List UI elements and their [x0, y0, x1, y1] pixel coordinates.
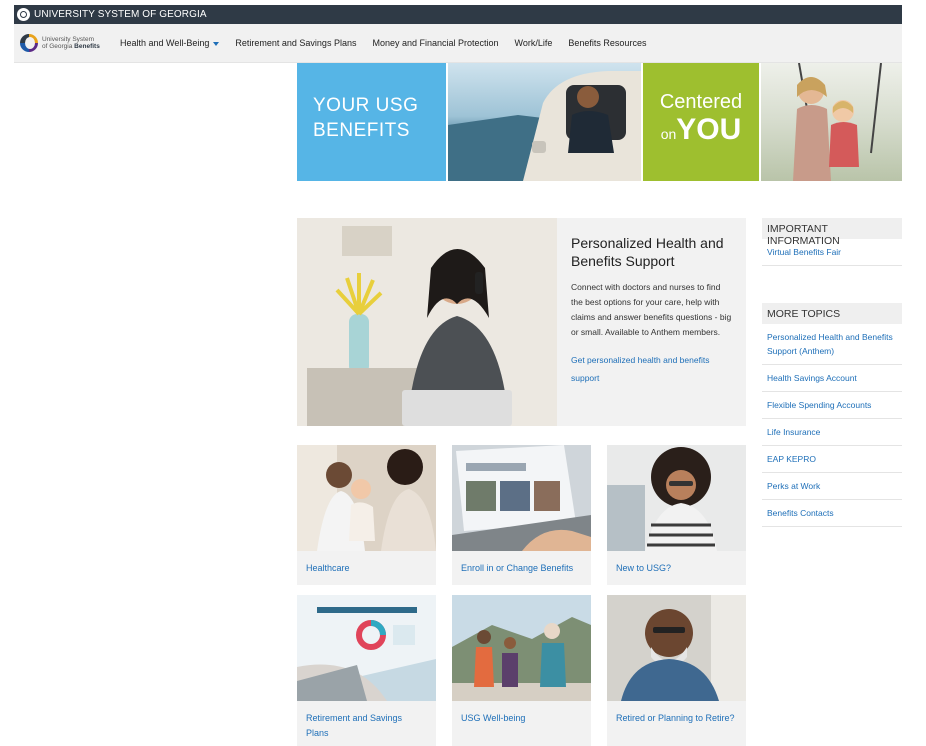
card-image: [607, 595, 746, 701]
usg-benefits-logo[interactable]: University System of Georgia Benefits: [20, 34, 120, 52]
card-new-to-usg[interactable]: New to USG?: [607, 445, 746, 585]
card-healthcare[interactable]: Healthcare: [297, 445, 436, 585]
sidebar-link-life-insurance[interactable]: Life Insurance: [762, 419, 902, 446]
hero-photo-swing: [761, 63, 902, 181]
feature-title: Personalized Health and Benefits Support: [571, 235, 724, 269]
card-label[interactable]: Retired or Planning to Retire?: [607, 701, 746, 726]
sidebar-link-flexible-spending[interactable]: Flexible Spending Accounts: [762, 392, 902, 419]
card-label[interactable]: Healthcare: [297, 551, 436, 576]
card-retirement-savings[interactable]: Retirement and Savings Plans: [297, 595, 436, 746]
hero-your-usg-benefits: YOUR USG BENEFITS: [297, 63, 446, 181]
card-label[interactable]: Retirement and Savings Plans: [297, 701, 436, 741]
card-image: [297, 445, 436, 551]
feature-card: Personalized Health and Benefits Support…: [557, 218, 746, 426]
card-label[interactable]: Enroll in or Change Benefits: [452, 551, 591, 576]
card-retired-planning[interactable]: Retired or Planning to Retire?: [607, 595, 746, 746]
card-image: [452, 445, 591, 551]
usg-seal-icon: [17, 8, 30, 21]
more-topics-heading: MORE TOPICS: [762, 303, 902, 324]
logo-text: University System of Georgia Benefits: [42, 36, 100, 50]
card-usg-wellbeing[interactable]: USG Well-being: [452, 595, 591, 746]
nav-health-wellbeing[interactable]: Health and Well-Being: [120, 38, 220, 48]
sidebar-link-health-savings-account[interactable]: Health Savings Account: [762, 365, 902, 392]
card-label[interactable]: New to USG?: [607, 551, 746, 576]
card-enroll-change[interactable]: Enroll in or Change Benefits: [452, 445, 591, 585]
logo-mark-icon: [20, 34, 38, 52]
sidebar-link-personalized-health[interactable]: Personalized Health and Benefits Support…: [762, 324, 902, 365]
feature-description: Connect with doctors and nurses to find …: [571, 282, 732, 337]
feature-link[interactable]: Get personalized health and benefits sup…: [571, 355, 709, 383]
sidebar: IMPORTANT INFORMATION Virtual Benefits F…: [762, 218, 902, 527]
card-image: [607, 445, 746, 551]
nav-retirement-savings[interactable]: Retirement and Savings Plans: [235, 38, 356, 48]
site-title[interactable]: UNIVERSITY SYSTEM OF GEORGIA: [34, 9, 207, 20]
important-information-heading: IMPORTANT INFORMATION: [762, 218, 902, 247]
sidebar-link-eap-kepro[interactable]: EAP KEPRO: [762, 446, 902, 473]
hero-centered-on-you: Centered onYOU: [643, 63, 759, 181]
nav-benefits-resources[interactable]: Benefits Resources: [568, 38, 646, 48]
main-navigation: University System of Georgia Benefits He…: [14, 24, 902, 63]
top-bar: UNIVERSITY SYSTEM OF GEORGIA: [14, 5, 902, 24]
chevron-down-icon: [213, 41, 220, 46]
hero-photo-car: [448, 63, 641, 181]
nav-work-life[interactable]: Work/Life: [515, 38, 553, 48]
sidebar-link-benefits-contacts[interactable]: Benefits Contacts: [762, 500, 902, 527]
card-label[interactable]: USG Well-being: [452, 701, 591, 726]
nav-money-financial[interactable]: Money and Financial Protection: [372, 38, 498, 48]
feature-photo-woman-phone: [297, 218, 557, 426]
sidebar-link-perks-at-work[interactable]: Perks at Work: [762, 473, 902, 500]
hero-banner: YOUR USG BENEFITS Centered onYOU: [297, 63, 902, 181]
card-image: [452, 595, 591, 701]
card-image: [297, 595, 436, 701]
